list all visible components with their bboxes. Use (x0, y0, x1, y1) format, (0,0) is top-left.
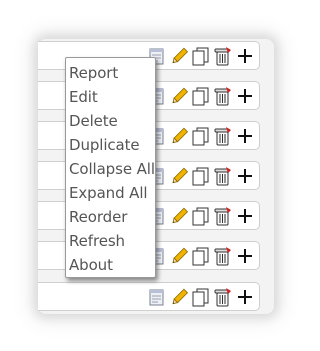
delete-trash-icon[interactable] (213, 246, 233, 266)
menu-item-duplicate[interactable]: Duplicate (66, 133, 155, 157)
add-plus-icon[interactable] (235, 246, 255, 266)
duplicate-icon[interactable] (191, 126, 211, 146)
menu-item-refresh[interactable]: Refresh (66, 229, 155, 253)
add-plus-icon[interactable] (235, 86, 255, 106)
menu-item-delete[interactable]: Delete (66, 109, 155, 133)
report-icon[interactable] (147, 287, 167, 307)
delete-trash-icon[interactable] (213, 166, 233, 186)
menu-item-edit[interactable]: Edit (66, 85, 155, 109)
delete-trash-icon[interactable] (213, 206, 233, 226)
row-actions (147, 45, 255, 67)
row-actions (147, 125, 255, 147)
row-actions (147, 245, 255, 267)
add-plus-icon[interactable] (235, 166, 255, 186)
tree-row[interactable] (38, 282, 260, 311)
edit-pencil-icon[interactable] (169, 206, 189, 226)
add-plus-icon[interactable] (235, 287, 255, 307)
edit-pencil-icon[interactable] (169, 86, 189, 106)
delete-trash-icon[interactable] (213, 126, 233, 146)
row-actions (147, 205, 255, 227)
duplicate-icon[interactable] (191, 166, 211, 186)
duplicate-icon[interactable] (191, 206, 211, 226)
menu-item-about[interactable]: About (66, 253, 155, 277)
edit-pencil-icon[interactable] (169, 287, 189, 307)
edit-pencil-icon[interactable] (169, 166, 189, 186)
row-actions (147, 286, 255, 308)
menu-item-collapse-all[interactable]: Collapse All (66, 157, 155, 181)
duplicate-icon[interactable] (191, 246, 211, 266)
duplicate-icon[interactable] (191, 86, 211, 106)
duplicate-icon[interactable] (191, 46, 211, 66)
delete-trash-icon[interactable] (213, 287, 233, 307)
delete-trash-icon[interactable] (213, 86, 233, 106)
row-actions (147, 165, 255, 187)
edit-pencil-icon[interactable] (169, 126, 189, 146)
context-menu: Report Edit Delete Duplicate Collapse Al… (65, 57, 156, 278)
add-plus-icon[interactable] (235, 126, 255, 146)
edit-pencil-icon[interactable] (169, 46, 189, 66)
delete-trash-icon[interactable] (213, 46, 233, 66)
row-actions (147, 85, 255, 107)
menu-item-report[interactable]: Report (66, 61, 155, 85)
duplicate-icon[interactable] (191, 287, 211, 307)
menu-item-expand-all[interactable]: Expand All (66, 181, 155, 205)
menu-item-reorder[interactable]: Reorder (66, 205, 155, 229)
add-plus-icon[interactable] (235, 206, 255, 226)
edit-pencil-icon[interactable] (169, 246, 189, 266)
add-plus-icon[interactable] (235, 46, 255, 66)
